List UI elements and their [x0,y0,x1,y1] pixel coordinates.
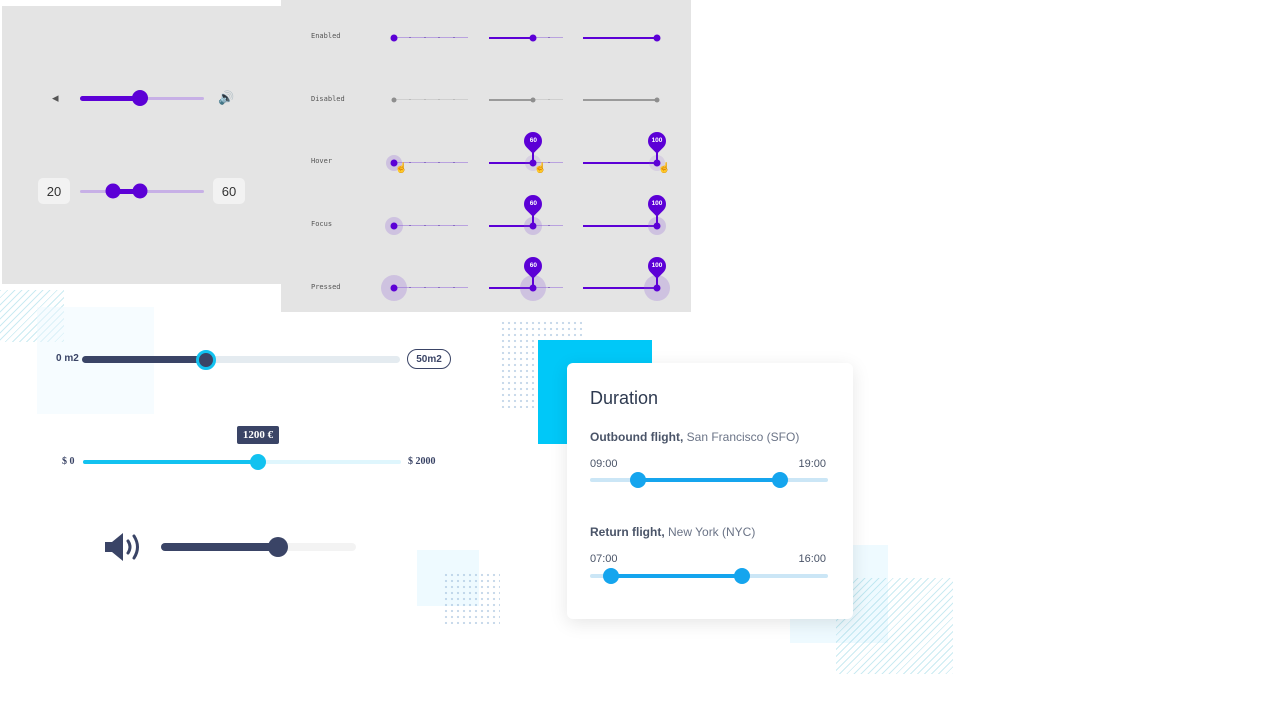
tick-mark [423,225,426,226]
tick-mark [408,225,411,226]
enabled-fill [583,36,657,39]
disabled-thumb [654,97,660,102]
pressed-thumb[interactable] [390,284,398,291]
tick-mark [453,37,456,38]
tick-mark [453,99,456,100]
tick-mark [408,99,411,100]
tick-mark [438,162,441,163]
hand-cursor-icon: ☝ [658,163,671,174]
enabled-thumb[interactable] [653,34,661,41]
price-fill [83,460,258,464]
tick-mark [408,287,411,288]
return-label: Return flight, New York (NYC) [590,525,755,539]
range-thumb-min[interactable] [105,183,121,199]
tick-mark [438,287,441,288]
hand-cursor-icon: ☝ [395,163,408,174]
return-label-city: New York (NYC) [664,525,756,539]
enabled-fill [489,36,534,39]
focus-fill [583,224,657,227]
disabled-fill [489,98,534,101]
return-label-bold: Return flight, [590,525,665,539]
tick-mark [453,162,456,163]
return-fill [611,574,743,578]
return-thumb-end[interactable] [734,568,751,584]
disabled-thumb [391,97,397,102]
return-thumb-start[interactable] [603,568,620,584]
tick-mark [423,99,426,100]
volume-up-icon: 🔊 [218,90,235,105]
tick-mark [423,287,426,288]
outbound-start-time: 09:00 [590,458,618,470]
decor-dots [443,572,500,624]
material-slider-panel: ◂ 🔊 20 60 [2,6,281,284]
outbound-label-bold: Outbound flight, [590,430,684,444]
range-min-value[interactable]: 20 [38,178,70,204]
return-start-time: 07:00 [590,553,618,565]
enabled-thumb[interactable] [390,34,398,41]
disabled-track [394,99,468,100]
value-pin-label: 100 [651,200,663,207]
value-pin-label: 100 [651,262,663,269]
value-pin-label: 60 [529,200,537,207]
outbound-thumb-start[interactable] [629,472,646,488]
tick-mark [438,99,441,100]
outbound-label: Outbound flight, San Francisco (SFO) [590,430,799,444]
tick-mark [453,225,456,226]
card-title: Duration [590,388,659,408]
tick-mark [548,37,551,38]
decor-hatch [836,578,953,674]
return-end-time: 16:00 [798,553,826,565]
value-pin-label: 100 [651,137,663,144]
row-label-focus: Focus [311,220,333,228]
speaker-icon [105,533,139,561]
tick-mark [548,99,551,100]
area-min-label: 0 m2 [56,353,79,364]
outbound-fill [637,478,781,482]
area-max-value[interactable]: 50m2 [407,349,451,369]
area-fill [82,356,207,363]
price-max-label: $ 2000 [408,456,436,467]
value-pin-label: 60 [529,137,537,144]
tick-mark [423,37,426,38]
dark-volume-thumb[interactable] [268,537,288,557]
disabled-thumb [530,97,536,102]
focus-thumb[interactable] [390,222,398,229]
tick-mark [548,287,551,288]
tick-mark [423,162,426,163]
enabled-track[interactable] [394,37,468,38]
row-label-enabled: Enabled [311,32,341,40]
hover-fill [583,161,657,164]
outbound-end-time: 19:00 [798,458,826,470]
tick-mark [408,162,411,163]
disabled-fill [583,98,657,101]
price-min-label: $ 0 [62,456,75,467]
volume-mute-icon: ◂ [52,90,59,105]
area-thumb[interactable] [196,350,217,370]
focus-track[interactable] [394,225,468,226]
price-thumb[interactable] [249,454,266,470]
value-pin-label: 60 [529,262,537,269]
range-max-value[interactable]: 60 [213,178,245,204]
duration-card: Duration Outbound flight, San Francisco … [567,363,853,619]
price-tooltip: 1200 € [236,426,280,444]
tick-mark [548,162,551,163]
volume-thumb[interactable] [131,90,148,106]
outbound-label-city: San Francisco (SFO) [683,430,800,444]
row-label-hover: Hover [311,157,333,165]
row-label-disabled: Disabled [311,95,345,103]
tick-mark [548,225,551,226]
tick-mark [408,37,411,38]
hand-cursor-icon: ☝ [534,163,547,174]
outbound-thumb-end[interactable] [772,472,789,488]
tick-mark [438,37,441,38]
slider-states-panel: Enabled Disabled Hover Focus Pressed ☝ 60… [281,0,691,312]
tick-mark [453,287,456,288]
enabled-thumb[interactable] [529,34,537,41]
range-thumb-max[interactable] [132,183,148,199]
tick-mark [438,225,441,226]
dark-volume-fill [161,543,278,551]
row-label-pressed: Pressed [311,283,341,291]
